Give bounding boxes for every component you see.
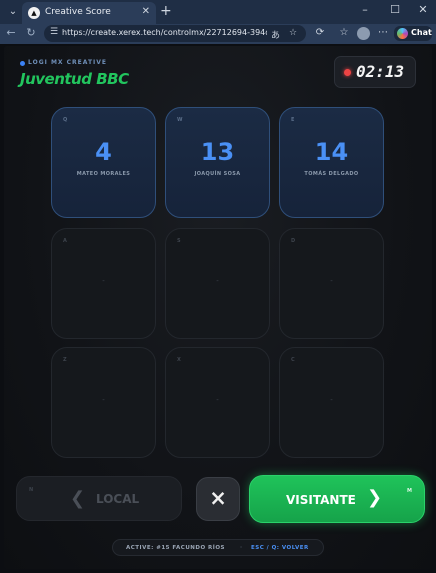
empty-tile-s[interactable]: S -	[165, 228, 270, 339]
game-timer: 02:13	[334, 56, 416, 88]
visitante-key-hint: M	[407, 488, 412, 494]
empty-tile-d[interactable]: D -	[279, 228, 384, 339]
tile-placeholder: -	[216, 277, 219, 285]
local-button[interactable]: N ❮ LOCAL	[16, 476, 182, 521]
tile-key: W	[177, 117, 183, 123]
window-close-icon[interactable]: ✕	[414, 3, 432, 16]
browser-tab[interactable]: ▲ Creative Score ✕	[22, 2, 156, 24]
status-bar: ACTIVE: #15 FACUNDO RÍOS · ESC / Q: VOLV…	[112, 539, 324, 556]
cancel-button[interactable]: ×	[196, 477, 240, 521]
browser-toolbar: ← ↻ ☰ https://create.xerex.tech/controlm…	[0, 24, 436, 44]
minimize-icon[interactable]: –	[356, 3, 374, 16]
back-arrow-icon[interactable]: ←	[4, 26, 18, 39]
app-root: LOGI MX CREATIVE Juventud BBC 02:13 Q 4 …	[4, 46, 432, 569]
favorites-icon[interactable]: ☆	[337, 27, 351, 38]
favicon-icon: ▲	[28, 7, 40, 19]
tile-key: C	[291, 357, 295, 363]
player-number: 13	[200, 138, 235, 166]
tile-key: D	[291, 238, 296, 244]
chevron-right-icon: ❯	[367, 487, 383, 508]
tile-placeholder: -	[102, 396, 105, 404]
new-tab-plus-icon[interactable]: +	[160, 3, 172, 19]
visitante-button[interactable]: VISITANTE ❯ M	[249, 475, 425, 523]
tile-key: Q	[63, 117, 68, 123]
player-tile-w[interactable]: W 13 JOAQUÍN SOSA	[165, 107, 270, 218]
recording-dot-icon	[344, 69, 351, 76]
browser-titlebar: ⌄ ▲ Creative Score ✕ + – ☐ ✕	[0, 0, 436, 24]
status-separator: ·	[240, 545, 243, 551]
visitante-label: VISITANTE	[286, 493, 356, 507]
tile-placeholder: -	[216, 396, 219, 404]
local-key-hint: N	[29, 487, 34, 493]
brand-label: LOGI MX CREATIVE	[28, 59, 108, 66]
chevron-left-icon: ❮	[70, 488, 86, 509]
player-name: MATEO MORALES	[76, 171, 131, 177]
chat-button[interactable]: Chat	[394, 26, 432, 41]
profile-avatar[interactable]	[357, 27, 370, 40]
extensions-icon[interactable]: ⟳	[313, 27, 327, 38]
tab-title: Creative Score	[45, 7, 111, 17]
player-number: 4	[95, 138, 112, 166]
refresh-icon[interactable]: ↻	[24, 26, 38, 39]
tile-key: Z	[63, 357, 67, 363]
player-number: 14	[314, 138, 349, 166]
close-x-icon: ×	[209, 486, 227, 510]
player-name: JOAQUÍN SOSA	[194, 171, 241, 177]
team-name: Juventud BBC	[20, 70, 129, 88]
player-tile-q[interactable]: Q 4 MATEO MORALES	[51, 107, 156, 218]
tile-key: X	[177, 357, 181, 363]
favorite-star-icon[interactable]: ☆	[289, 28, 297, 38]
empty-tile-z[interactable]: Z -	[51, 347, 156, 458]
address-bar[interactable]: ☰ https://create.xerex.tech/controlmx/22…	[44, 25, 306, 42]
tile-key: A	[63, 238, 67, 244]
tile-key: S	[177, 238, 181, 244]
translate-icon[interactable]: あ	[271, 28, 280, 41]
site-info-icon[interactable]: ☰	[50, 27, 58, 37]
more-menu-icon[interactable]: ⋯	[376, 27, 390, 38]
empty-tile-x[interactable]: X -	[165, 347, 270, 458]
tile-placeholder: -	[330, 277, 333, 285]
tab-list-chevron-icon[interactable]: ⌄	[5, 4, 21, 20]
brand-dot-icon	[20, 61, 25, 66]
back-hint: ESC / Q: VOLVER	[251, 545, 309, 551]
copilot-icon	[397, 28, 408, 39]
timer-value: 02:13	[356, 62, 405, 81]
empty-tile-a[interactable]: A -	[51, 228, 156, 339]
active-player-status: ACTIVE: #15 FACUNDO RÍOS	[126, 545, 225, 551]
tile-key: E	[291, 117, 295, 123]
maximize-icon[interactable]: ☐	[386, 3, 404, 16]
tile-placeholder: -	[102, 277, 105, 285]
player-tile-e[interactable]: E 14 TOMÁS DELGADO	[279, 107, 384, 218]
tile-placeholder: -	[330, 396, 333, 404]
local-label: LOCAL	[96, 492, 140, 506]
player-name: TOMÁS DELGADO	[304, 171, 359, 177]
tab-close-icon[interactable]: ✕	[142, 6, 150, 17]
chat-label: Chat	[411, 28, 432, 37]
url-text[interactable]: https://create.xerex.tech/controlmx/2271…	[62, 28, 267, 37]
empty-tile-c[interactable]: C -	[279, 347, 384, 458]
